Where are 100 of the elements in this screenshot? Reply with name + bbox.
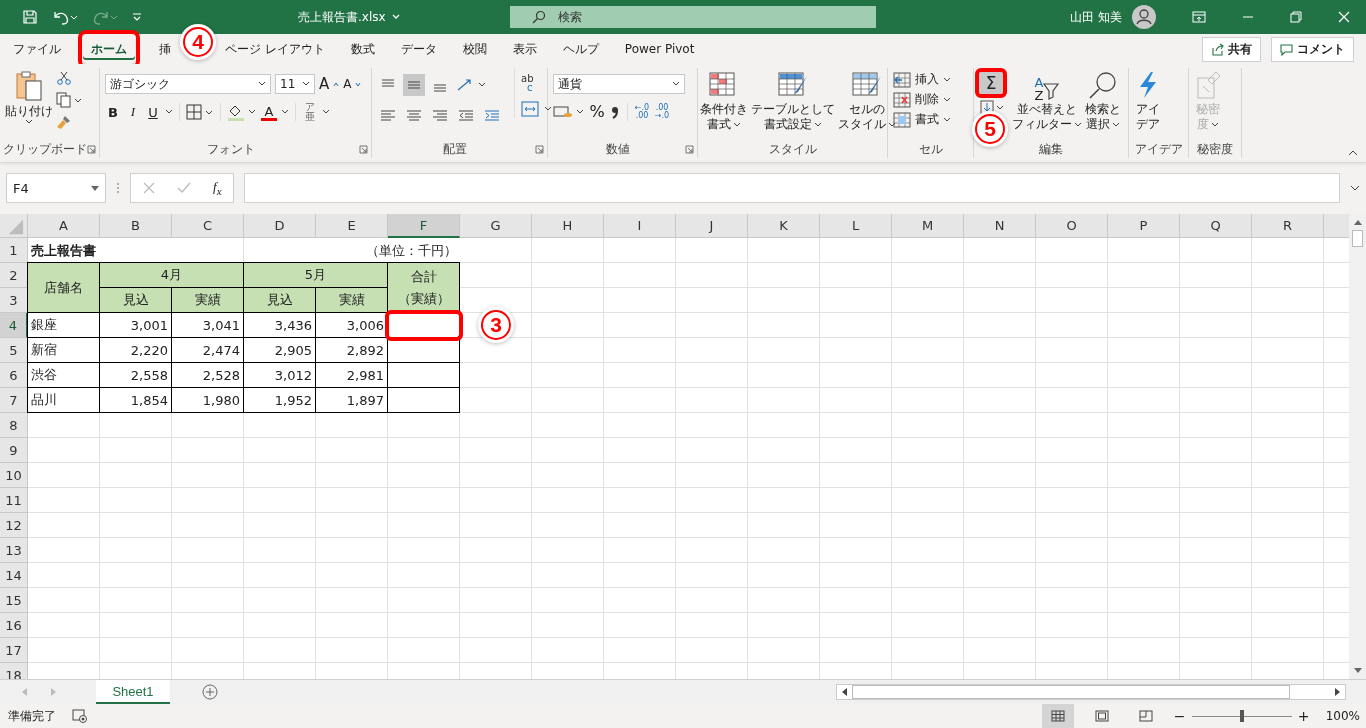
restore-icon[interactable] bbox=[1290, 11, 1302, 23]
column-header[interactable]: F bbox=[388, 214, 460, 238]
ribbon-tab[interactable]: データ bbox=[392, 34, 445, 64]
scissors-icon[interactable] bbox=[56, 70, 72, 86]
dialog-launcher-icon[interactable] bbox=[685, 145, 694, 154]
table-cell[interactable] bbox=[388, 388, 460, 413]
bold-button[interactable]: B bbox=[105, 104, 121, 120]
find-select-button[interactable]: 検索と 選択 bbox=[1085, 68, 1121, 134]
dialog-launcher-icon[interactable] bbox=[359, 145, 368, 154]
ribbon-tab[interactable]: 挿 bbox=[151, 34, 173, 64]
check-icon[interactable] bbox=[177, 182, 191, 194]
column-header[interactable]: D bbox=[244, 214, 316, 238]
add-sheet-icon[interactable] bbox=[202, 684, 218, 700]
column-header[interactable]: O bbox=[1036, 214, 1108, 238]
scroll-thumb[interactable] bbox=[1352, 230, 1363, 247]
row-header[interactable]: 8 bbox=[0, 413, 28, 438]
style-button[interactable]: セルの スタイル bbox=[838, 68, 896, 134]
comment-button[interactable]: コメント bbox=[1271, 36, 1354, 62]
customize-icon[interactable] bbox=[132, 12, 142, 22]
search-field[interactable]: 検索 bbox=[510, 6, 876, 28]
column-header[interactable]: J bbox=[676, 214, 748, 238]
row-header[interactable]: 4 bbox=[0, 313, 28, 338]
decimal-button[interactable]: .00 →.0 bbox=[654, 103, 670, 120]
row-header[interactable]: 1 bbox=[0, 238, 28, 263]
insert-function-button[interactable]: f$_{x}$ bbox=[213, 179, 222, 197]
cells-button[interactable]: 挿入 bbox=[893, 71, 951, 88]
grow-font-button[interactable]: A bbox=[319, 75, 330, 93]
caret-icon[interactable] bbox=[1074, 121, 1082, 128]
dropdown-icon[interactable] bbox=[91, 185, 99, 191]
phonetic-button[interactable]: ア 亜 bbox=[302, 102, 318, 122]
ribbon-tab[interactable]: ヘルプ bbox=[554, 34, 607, 64]
avatar-icon[interactable] bbox=[1132, 5, 1156, 29]
cells-button[interactable]: 削除 bbox=[893, 91, 951, 108]
row-header[interactable]: 5 bbox=[0, 338, 28, 363]
caret-icon[interactable] bbox=[814, 121, 822, 128]
row-header[interactable]: 11 bbox=[0, 488, 28, 513]
caret-icon[interactable] bbox=[1112, 121, 1120, 128]
fill-color-icon[interactable] bbox=[227, 103, 257, 121]
column-header[interactable]: H bbox=[532, 214, 604, 238]
close-icon[interactable] bbox=[1338, 11, 1350, 23]
ribbon-tab[interactable]: 校閲 bbox=[454, 34, 495, 64]
column-header[interactable]: B bbox=[100, 214, 172, 238]
normal-view-button[interactable] bbox=[1041, 704, 1074, 728]
caret-icon[interactable] bbox=[888, 121, 896, 128]
sheet-tab[interactable]: Sheet1 bbox=[96, 680, 170, 704]
ribbon-tab[interactable]: 数式 bbox=[342, 34, 383, 64]
row-header[interactable]: 12 bbox=[0, 513, 28, 538]
paste-button[interactable]: 貼り付け bbox=[5, 68, 53, 129]
scroll-right-icon[interactable] bbox=[1334, 687, 1342, 697]
row-header[interactable]: 10 bbox=[0, 463, 28, 488]
row-header[interactable]: 18 bbox=[0, 663, 28, 679]
column-header[interactable]: Q bbox=[1180, 214, 1252, 238]
decimal-button[interactable]: ←.0 .00 bbox=[634, 103, 650, 120]
formula-input[interactable] bbox=[244, 173, 1340, 203]
border-icon[interactable] bbox=[186, 104, 214, 120]
caret-icon[interactable] bbox=[302, 81, 310, 87]
caret-icon[interactable] bbox=[258, 81, 266, 87]
wrap-text-button[interactable]: ab c bbox=[521, 74, 553, 92]
caret-icon[interactable] bbox=[943, 96, 951, 103]
row-header[interactable]: 15 bbox=[0, 588, 28, 613]
font-name-field[interactable]: 游ゴシック bbox=[105, 74, 271, 94]
underline-button[interactable]: U bbox=[145, 104, 161, 120]
column-header[interactable]: L bbox=[820, 214, 892, 238]
macro-record-icon[interactable] bbox=[72, 709, 88, 723]
horizontal-scrollbar[interactable] bbox=[836, 684, 1346, 700]
shrink-font-button[interactable]: A bbox=[343, 77, 352, 91]
column-header[interactable]: K bbox=[748, 214, 820, 238]
caret-icon[interactable] bbox=[281, 109, 289, 115]
table-cell[interactable] bbox=[388, 363, 460, 388]
italic-button[interactable]: I bbox=[125, 104, 141, 120]
column-header[interactable]: C bbox=[172, 214, 244, 238]
ribbon-tab[interactable]: 表示 bbox=[504, 34, 545, 64]
undo-icon[interactable] bbox=[52, 9, 78, 25]
scroll-up-icon[interactable] bbox=[1352, 218, 1363, 226]
share-button[interactable]: 共有 bbox=[1202, 36, 1261, 62]
ribbon-tab[interactable]: Power Pivot bbox=[616, 36, 703, 62]
column-header[interactable]: P bbox=[1108, 214, 1180, 238]
font-color-button[interactable]: A bbox=[261, 103, 277, 121]
percent-button[interactable]: % bbox=[589, 102, 605, 121]
ideas-button[interactable]: アイ デア bbox=[1134, 68, 1162, 134]
row-header[interactable]: 16 bbox=[0, 613, 28, 638]
expand-icon[interactable] bbox=[1350, 185, 1360, 191]
row-header[interactable]: 13 bbox=[0, 538, 28, 563]
save-icon[interactable] bbox=[22, 9, 38, 25]
column-header[interactable]: G bbox=[460, 214, 532, 238]
column-header[interactable]: A bbox=[28, 214, 100, 238]
row-header[interactable]: 9 bbox=[0, 438, 28, 463]
column-header[interactable]: R bbox=[1252, 214, 1324, 238]
zoom-in-button[interactable]: + bbox=[1297, 708, 1310, 724]
row-header[interactable]: 14 bbox=[0, 563, 28, 588]
zoom-thumb[interactable] bbox=[1239, 710, 1244, 722]
column-header[interactable]: M bbox=[892, 214, 964, 238]
row-header[interactable]: 7 bbox=[0, 388, 28, 413]
caret-icon[interactable] bbox=[25, 119, 33, 125]
name-box[interactable]: F4 bbox=[6, 173, 106, 203]
column-header[interactable]: N bbox=[964, 214, 1036, 238]
zoom-out-button[interactable]: − bbox=[1173, 708, 1186, 724]
column-header[interactable]: I bbox=[604, 214, 676, 238]
file-name[interactable]: 売上報告書.xlsx bbox=[298, 8, 400, 26]
scroll-left-icon[interactable] bbox=[840, 687, 848, 697]
